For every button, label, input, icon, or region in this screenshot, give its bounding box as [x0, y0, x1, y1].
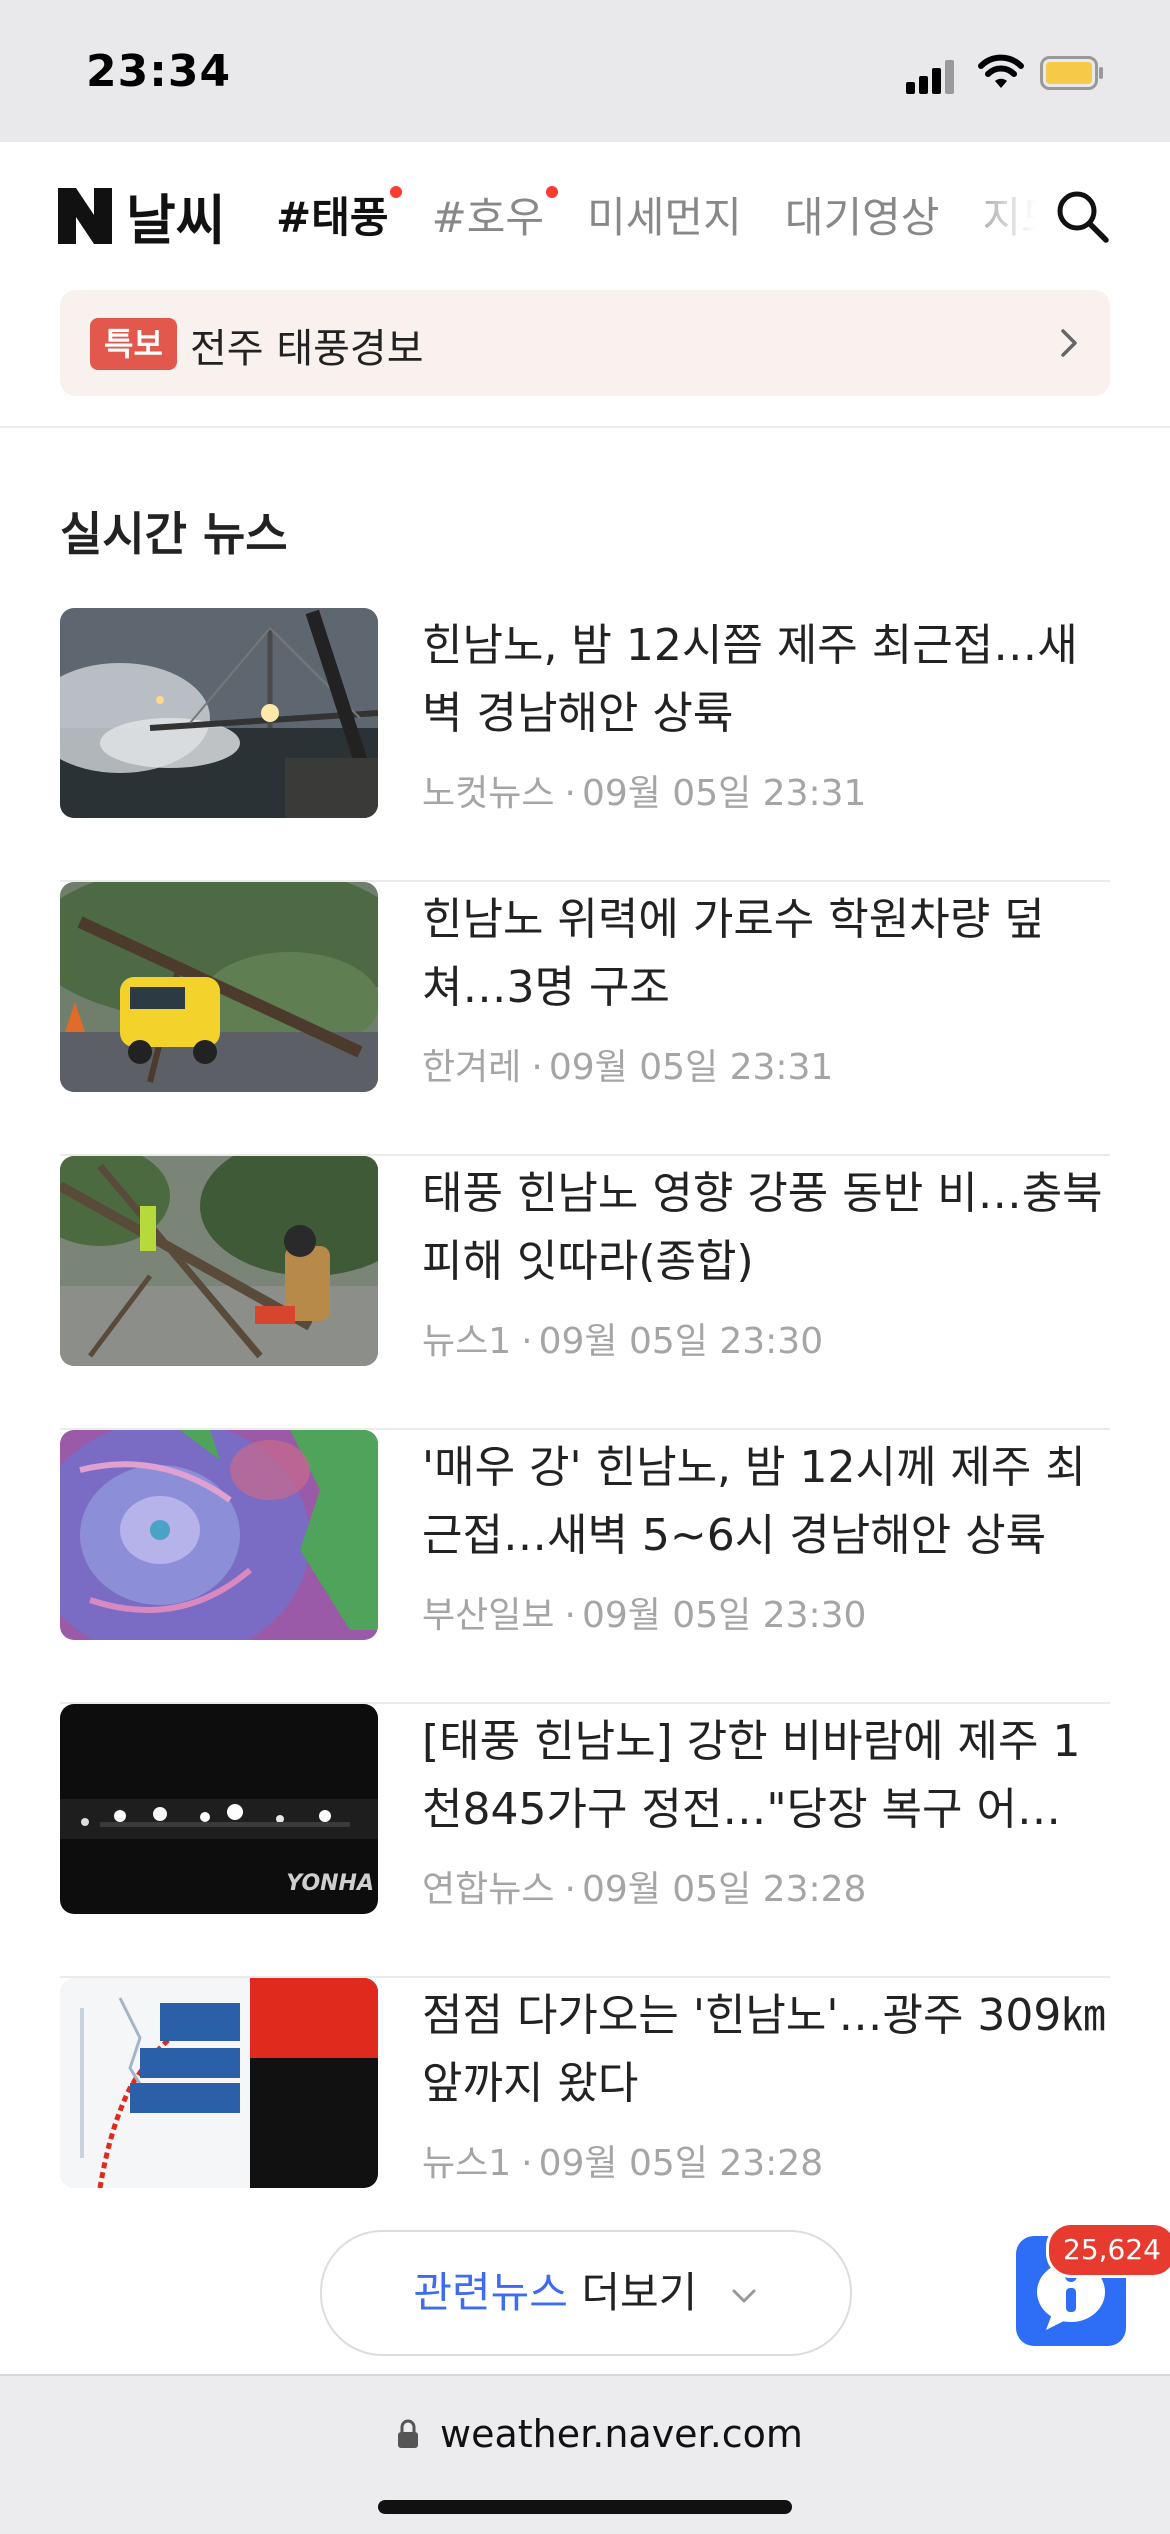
tab-label: #호우	[431, 193, 545, 242]
news-meta: 뉴스1 · 09월 05일 23:30	[422, 1321, 824, 1362]
wifi-icon	[978, 54, 1024, 88]
weather-warning-banner[interactable]: 특보 전주 태풍경보	[60, 290, 1110, 396]
notification-count-badge: 25,624	[1046, 2222, 1170, 2278]
news-headline[interactable]: '매우 강' 힌남노, 밤 12시께 제주 최근접…새벽 5~6시 경남해안 상…	[422, 1434, 1112, 1570]
warning-text: 전주 태풍경보	[190, 326, 424, 372]
new-dot	[546, 186, 559, 198]
news-headline[interactable]: 힌남노 위력에 가로수 학원차량 덮쳐…3명 구조	[422, 886, 1112, 1022]
news-item[interactable]: 점점 다가오는 '힌남노'…광주 309㎞ 앞까지 왔다 뉴스1 · 09월 05일…	[60, 1978, 1110, 2250]
browser-address-bar[interactable]: weather.naver.com	[0, 2374, 1170, 2534]
app-header: 날씨 #태풍 #호우 미세먼지 대기영상 지도 특보 전주 태풍경보	[0, 142, 1170, 428]
news-thumbnail[interactable]	[60, 1978, 378, 2188]
tab-weather-video[interactable]: 대기영상	[785, 184, 940, 245]
more-news-button[interactable]: 관련뉴스 더보기	[320, 2230, 852, 2356]
news-thumbnail[interactable]	[60, 1430, 378, 1640]
news-thumbnail[interactable]	[60, 608, 378, 818]
tab-fine-dust[interactable]: 미세먼지	[587, 184, 742, 245]
image-watermark: YONHA	[286, 1871, 374, 1896]
tab-heavy-rain[interactable]: #호우	[431, 184, 559, 245]
news-time: 09월 05일 23:30	[538, 1321, 824, 1362]
news-source: 한겨레	[422, 1047, 522, 1088]
status-time: 23:34	[86, 46, 232, 97]
cellular-signal-icon	[906, 58, 956, 94]
home-indicator[interactable]	[378, 2500, 792, 2514]
topic-tabs: #태풍 #호우 미세먼지 대기영상 지도	[276, 184, 1036, 254]
news-headline[interactable]: 태풍 힌남노 영향 강풍 동반 비…충북 피해 잇따라(종합)	[422, 1160, 1112, 1296]
tab-label: 미세먼지	[587, 193, 742, 242]
news-item[interactable]: YONHA [태풍 힌남노] 강한 비바람에 제주 1천845가구 정전…"당장…	[60, 1704, 1110, 1978]
tab-typhoon[interactable]: #태풍	[276, 184, 403, 245]
news-item[interactable]: '매우 강' 힌남노, 밤 12시께 제주 최근접…새벽 5~6시 경남해안 상…	[60, 1430, 1110, 1704]
more-news-label: 관련뉴스 더보기	[322, 2232, 850, 2354]
search-icon[interactable]	[1052, 186, 1112, 246]
news-source: 연합뉴스	[422, 1869, 555, 1910]
status-bar: 23:34	[0, 0, 1170, 142]
news-source: 부산일보	[422, 1595, 555, 1636]
lock-icon	[398, 2419, 418, 2448]
news-headline[interactable]: [태풍 힌남노] 강한 비바람에 제주 1천845가구 정전…"당장 복구 어…	[422, 1708, 1112, 1844]
tab-label: 대기영상	[784, 193, 940, 242]
news-source: 노컷뉴스	[422, 773, 555, 814]
url-text[interactable]: weather.naver.com	[440, 2412, 803, 2456]
news-time: 09월 05일 23:31	[548, 1047, 834, 1088]
news-time: 09월 05일 23:30	[581, 1595, 867, 1636]
news-time: 09월 05일 23:28	[581, 1869, 867, 1910]
more-news-text: 더보기	[581, 2268, 698, 2317]
battery-icon	[1040, 56, 1103, 90]
news-time: 09월 05일 23:28	[538, 2143, 824, 2184]
news-meta: 뉴스1 · 09월 05일 23:28	[422, 2143, 824, 2184]
chevron-down-icon	[732, 2289, 756, 2302]
new-dot	[390, 186, 403, 198]
naver-logo-icon[interactable]	[58, 188, 112, 244]
service-title[interactable]: 날씨	[126, 176, 225, 255]
tab-label: #태풍	[276, 193, 389, 242]
news-meta: 노컷뉴스 · 09월 05일 23:31	[422, 773, 867, 814]
news-meta: 부산일보 · 09월 05일 23:30	[422, 1595, 867, 1636]
tabs-fade	[956, 184, 1036, 254]
news-headline[interactable]: 힌남노, 밤 12시쯤 제주 최근접…새벽 경남해안 상륙	[422, 612, 1112, 748]
news-list: 힌남노, 밤 12시쯤 제주 최근접…새벽 경남해안 상륙 노컷뉴스 · 09월 0…	[60, 608, 1110, 2250]
news-meta: 연합뉴스 · 09월 05일 23:28	[422, 1869, 867, 1910]
news-source: 뉴스1	[422, 1321, 512, 1362]
section-title-realtime-news: 실시간 뉴스	[60, 507, 288, 561]
news-headline[interactable]: 점점 다가오는 '힌남노'…광주 309㎞ 앞까지 왔다	[422, 1982, 1112, 2118]
more-news-accent: 관련뉴스	[413, 2268, 568, 2317]
news-source: 뉴스1	[422, 2143, 512, 2184]
news-item[interactable]: 힌남노 위력에 가로수 학원차량 덮쳐…3명 구조 한겨레 · 09월 05일 23…	[60, 882, 1110, 1156]
news-meta: 한겨레 · 09월 05일 23:31	[422, 1047, 834, 1088]
news-thumbnail[interactable]	[60, 1156, 378, 1366]
news-time: 09월 05일 23:31	[581, 773, 867, 814]
warning-badge: 특보	[90, 318, 177, 370]
news-item[interactable]: 힌남노, 밤 12시쯤 제주 최근접…새벽 경남해안 상륙 노컷뉴스 · 09월 0…	[60, 608, 1110, 882]
chevron-right-icon	[1061, 329, 1077, 357]
news-thumbnail[interactable]	[60, 882, 378, 1092]
news-thumbnail[interactable]: YONHA	[60, 1704, 378, 1914]
news-item[interactable]: 태풍 힌남노 영향 강풍 동반 비…충북 피해 잇따라(종합) 뉴스1 · 09월 …	[60, 1156, 1110, 1430]
